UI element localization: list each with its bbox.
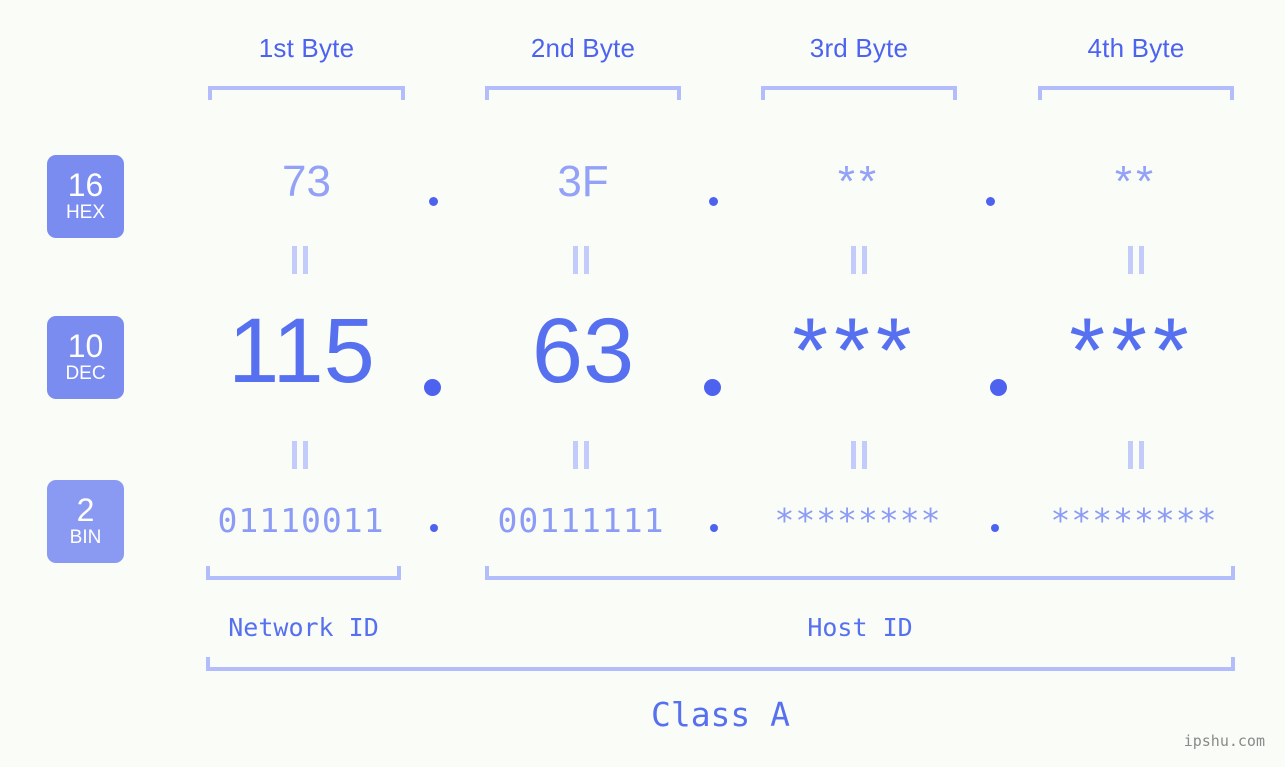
bin-byte-2: 00111111 bbox=[497, 501, 665, 540]
dec-byte-1: 115 bbox=[228, 300, 375, 402]
host-id-label: Host ID bbox=[807, 613, 913, 642]
byte-header-4: 4th Byte bbox=[1087, 33, 1185, 63]
host-id-bracket bbox=[485, 566, 1235, 580]
address-class-label: Class A bbox=[650, 695, 791, 734]
bin-separator-dot-3 bbox=[991, 524, 999, 532]
address-class-bracket bbox=[206, 657, 1235, 671]
byte-bracket-3 bbox=[761, 86, 957, 100]
equals-connector-hex-dec-1 bbox=[291, 246, 309, 274]
hex-separator-dot-1 bbox=[429, 197, 438, 206]
dec-separator-dot-2 bbox=[704, 379, 721, 396]
network-id-bracket bbox=[206, 566, 401, 580]
bin-byte-3: ******** bbox=[774, 501, 942, 540]
equals-connector-dec-bin-1 bbox=[291, 441, 309, 469]
base-badge-bin-number: 2 bbox=[76, 492, 95, 528]
byte-bracket-2 bbox=[485, 86, 681, 100]
hex-byte-3: ** bbox=[837, 157, 881, 206]
byte-header-2: 2nd Byte bbox=[530, 33, 636, 63]
equals-connector-hex-dec-3 bbox=[850, 246, 868, 274]
bin-separator-dot-1 bbox=[430, 524, 438, 532]
byte-bracket-1 bbox=[208, 86, 405, 100]
byte-header-3: 3rd Byte bbox=[809, 33, 909, 63]
base-badge-bin-label: BIN bbox=[69, 527, 102, 548]
base-badge-hex-number: 16 bbox=[67, 167, 104, 203]
bin-separator-dot-2 bbox=[710, 524, 718, 532]
dec-separator-dot-3 bbox=[990, 379, 1007, 396]
bin-byte-4: ******** bbox=[1050, 501, 1218, 540]
bin-byte-1: 01110011 bbox=[217, 501, 385, 540]
base-badge-dec-number: 10 bbox=[67, 328, 104, 364]
site-watermark: ipshu.com bbox=[1183, 732, 1265, 750]
ip-byte-breakdown-diagram: 1st Byte 2nd Byte 3rd Byte 4th Byte 16 H… bbox=[0, 0, 1285, 767]
hex-byte-4: ** bbox=[1114, 157, 1158, 206]
hex-byte-2: 3F bbox=[557, 157, 609, 206]
network-id-label: Network ID bbox=[228, 613, 379, 642]
byte-bracket-4 bbox=[1038, 86, 1234, 100]
hex-byte-1: 73 bbox=[282, 157, 331, 206]
equals-connector-hex-dec-2 bbox=[572, 246, 590, 274]
hex-separator-dot-2 bbox=[709, 197, 718, 206]
equals-connector-dec-bin-3 bbox=[850, 441, 868, 469]
base-badge-dec-label: DEC bbox=[65, 363, 106, 384]
dec-byte-2: 63 bbox=[531, 300, 635, 402]
base-badge-hex-label: HEX bbox=[65, 202, 106, 223]
dec-byte-3: *** bbox=[792, 300, 918, 402]
dec-byte-4: *** bbox=[1069, 300, 1195, 402]
byte-header-1: 1st Byte bbox=[258, 33, 355, 63]
dec-separator-dot-1 bbox=[424, 379, 441, 396]
equals-connector-dec-bin-4 bbox=[1127, 441, 1145, 469]
base-badge-hex: 16 HEX bbox=[47, 155, 124, 238]
equals-connector-hex-dec-4 bbox=[1127, 246, 1145, 274]
base-badge-bin: 2 BIN bbox=[47, 480, 124, 563]
hex-separator-dot-3 bbox=[986, 197, 995, 206]
base-badge-dec: 10 DEC bbox=[47, 316, 124, 399]
equals-connector-dec-bin-2 bbox=[572, 441, 590, 469]
